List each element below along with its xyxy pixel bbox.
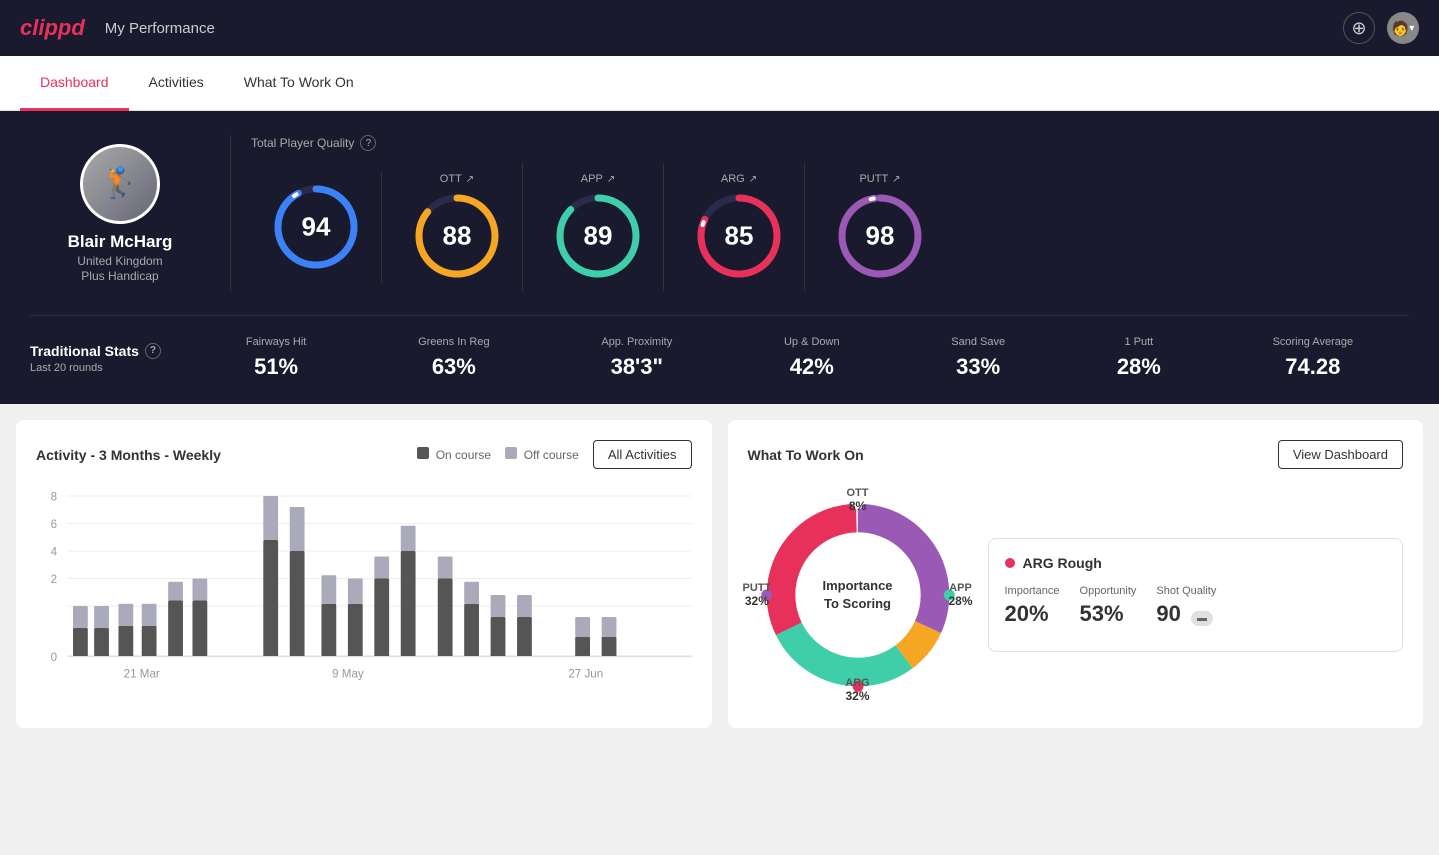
player-info: 🏌️ Blair McHarg United Kingdom Plus Hand… [30,144,210,283]
wtwo-info-card: ARG Rough Importance 20% Opportunity 53%… [988,538,1404,652]
player-country: United Kingdom [77,254,162,268]
stats-top: 🏌️ Blair McHarg United Kingdom Plus Hand… [30,135,1409,291]
shot-quality-badge: ▬ [1191,611,1213,626]
chart-svg: 8 6 4 2 0 [36,485,692,705]
chart-legend: On course Off course [417,447,579,462]
stat-sand-save: Sand Save 33% [951,336,1005,380]
off-course-legend: Off course [505,447,579,462]
wtwo-header: What To Work On View Dashboard [748,440,1404,469]
chart-area: 8 6 4 2 0 [36,485,692,705]
putt-label: PUTT ↗ [859,173,900,185]
svg-text:27 Jun: 27 Jun [568,666,603,680]
logo: clippd [20,15,85,41]
off-course-dot [505,447,517,459]
chart-title: Activity - 3 Months - Weekly [36,447,221,463]
tab-activities[interactable]: Activities [129,56,224,111]
red-dot-icon [1005,558,1015,568]
app-donut-label: APP 28% [948,582,972,608]
putt-ring: 98 [835,191,925,281]
arg-ring: 85 [694,191,784,281]
svg-text:0: 0 [51,650,58,664]
tab-bar: Dashboard Activities What To Work On [0,56,1439,111]
trad-label-wrap: Traditional Stats ? Last 20 rounds [30,343,190,374]
view-dashboard-button[interactable]: View Dashboard [1278,440,1403,469]
quality-help-icon[interactable]: ? [360,135,376,151]
ott-label: OTT ↗ [440,173,474,185]
metric-opportunity: Opportunity 53% [1080,585,1137,627]
main-score-value: 94 [302,212,331,243]
header-right: ⊕ 🧑 ▾ [1343,12,1419,44]
metric-importance: Importance 20% [1005,585,1060,627]
add-button[interactable]: ⊕ [1343,12,1375,44]
chart-header: Activity - 3 Months - Weekly On course O… [36,440,692,469]
app-ring: 89 [553,191,643,281]
main-score-wrap: 94 [251,172,382,282]
activity-chart-card: Activity - 3 Months - Weekly On course O… [16,420,712,728]
header: clippd My Performance ⊕ 🧑 ▾ [0,0,1439,56]
app-score-wrap: APP ↗ 89 [533,163,664,291]
arg-score-wrap: ARG ↗ 85 [674,163,805,291]
divider [230,135,231,291]
quality-label: Total Player Quality ? [251,135,1409,151]
stat-up-down: Up & Down 42% [784,336,840,380]
svg-text:2: 2 [51,572,57,586]
traditional-stats: Traditional Stats ? Last 20 rounds Fairw… [30,315,1409,380]
putt-score-wrap: PUTT ↗ 98 [815,163,945,291]
what-to-work-on-card: What To Work On View Dashboard [728,420,1424,728]
trad-sublabel: Last 20 rounds [30,362,190,374]
trad-help-icon[interactable]: ? [145,343,161,359]
stat-scoring-avg: Scoring Average 74.28 [1273,336,1354,380]
info-metrics: Importance 20% Opportunity 53% Shot Qual… [1005,585,1387,627]
chevron-down-icon: ▾ [1409,23,1414,34]
donut-center-label: Importance To Scoring [822,577,892,613]
app-score-value: 89 [584,221,613,252]
metric-shot-quality: Shot Quality 90 ▬ [1156,585,1216,627]
all-activities-button[interactable]: All Activities [593,440,692,469]
info-card-title: ARG Rough [1005,555,1387,571]
header-left: clippd My Performance [20,15,215,41]
svg-text:4: 4 [51,544,58,558]
bottom-row: Activity - 3 Months - Weekly On course O… [0,404,1439,744]
stat-1-putt: 1 Putt 28% [1117,336,1161,380]
user-avatar[interactable]: 🧑 ▾ [1387,12,1419,44]
stat-app-proximity: App. Proximity 38'3" [601,336,672,380]
trad-stats-label: Traditional Stats ? [30,343,190,359]
main-ring: 94 [271,182,361,272]
tab-dashboard[interactable]: Dashboard [20,56,129,111]
avatar-icon: 🧑 [1392,20,1409,37]
ott-ring: 88 [412,191,502,281]
stats-banner: 🏌️ Blair McHarg United Kingdom Plus Hand… [0,111,1439,404]
ott-score-value: 88 [443,221,472,252]
wtwo-title: What To Work On [748,447,864,463]
quality-section: Total Player Quality ? 94 [251,135,1409,291]
putt-score-value: 98 [866,221,895,252]
ott-donut-label: OTT 8% [847,487,869,513]
arg-score-value: 85 [725,221,754,252]
add-icon: ⊕ [1351,18,1366,39]
player-handicap: Plus Handicap [81,269,158,283]
putt-donut-label: PUTT 32% [743,582,772,608]
svg-text:6: 6 [51,517,58,531]
app-label: APP ↗ [581,173,615,185]
on-course-dot [417,447,429,459]
page-title: My Performance [105,20,215,37]
stat-fairways-hit: Fairways Hit 51% [246,336,307,380]
player-name: Blair McHarg [68,232,173,252]
trad-stats-list: Fairways Hit 51% Greens In Reg 63% App. … [190,336,1409,380]
donut-chart: Importance To Scoring OTT 8% APP 28% ARG… [748,485,968,705]
svg-text:8: 8 [51,489,58,503]
ott-score-wrap: OTT ↗ 88 [392,163,523,291]
scores-row: 94 OTT ↗ 88 [251,163,1409,291]
svg-text:21 Mar: 21 Mar [124,666,160,680]
svg-text:9 May: 9 May [332,666,364,680]
avatar: 🏌️ [80,144,160,224]
tab-what-to-work-on[interactable]: What To Work On [224,56,374,111]
on-course-legend: On course [417,447,491,462]
arg-label: ARG ↗ [721,173,757,185]
arg-donut-label: ARG 32% [845,677,869,703]
wtwo-content: Importance To Scoring OTT 8% APP 28% ARG… [748,485,1404,705]
stat-greens-in-reg: Greens In Reg 63% [418,336,490,380]
